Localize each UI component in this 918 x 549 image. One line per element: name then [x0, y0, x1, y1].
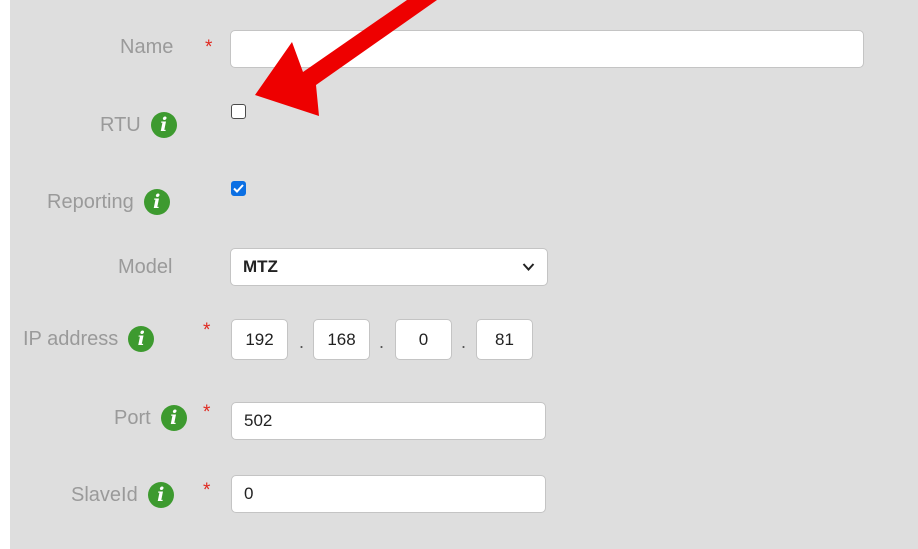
red-arrow-shape — [255, 0, 437, 116]
red-arrow-icon — [255, 0, 437, 116]
